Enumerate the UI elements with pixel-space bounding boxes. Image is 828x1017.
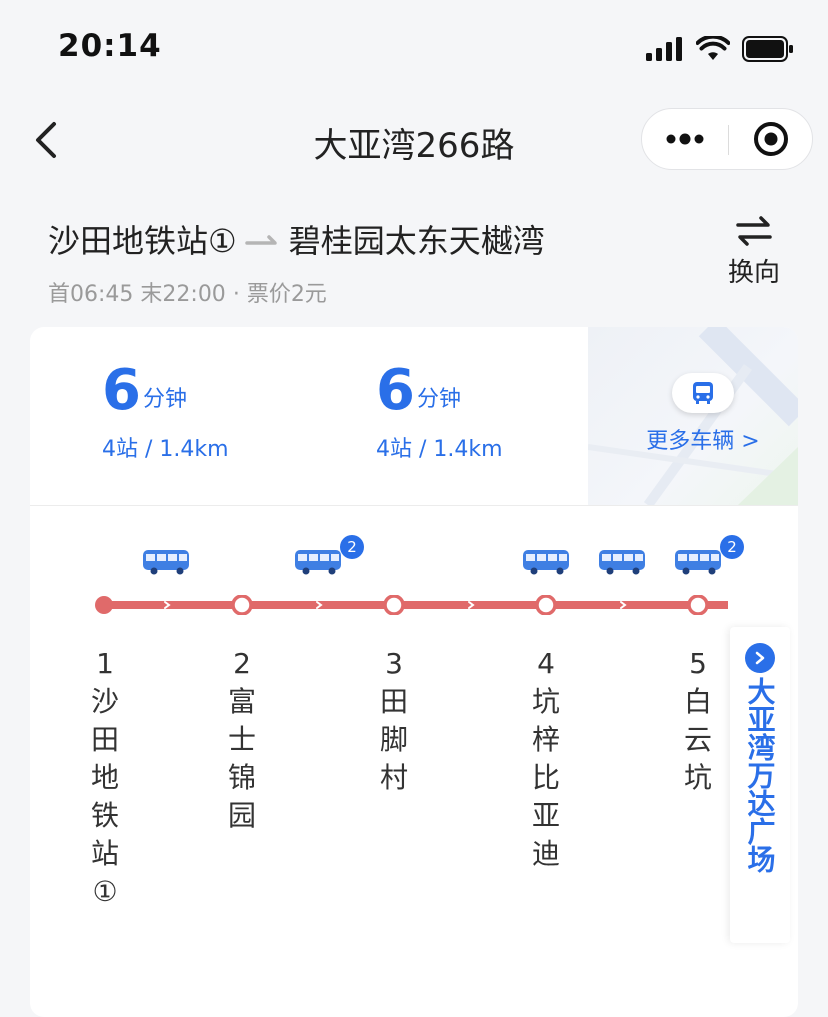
wifi-icon — [696, 36, 730, 60]
miniprogram-capsule — [641, 108, 813, 170]
terminal-stop-name: 大亚湾万达广场 — [743, 677, 777, 873]
stop-number: 3 — [385, 647, 403, 680]
arrival-unit: 分钟 — [416, 387, 461, 412]
target-close-icon — [754, 122, 788, 156]
arrival-detail: 4站 / 1.4km — [376, 437, 503, 462]
fare-text: 票价2元 — [246, 282, 327, 307]
route-origin: 沙田地铁站① — [48, 222, 237, 260]
arrival-detail: 4站 / 1.4km — [102, 437, 229, 462]
nav-bar: 大亚湾266路 — [0, 96, 828, 186]
more-dots-icon — [666, 133, 704, 145]
bus-count-badge: 2 — [720, 535, 744, 559]
bus-marker-icon — [675, 550, 721, 575]
stop-name: 坑梓比亚迪 — [531, 685, 560, 870]
status-icons — [646, 36, 794, 62]
bus-marker-icon — [523, 550, 569, 575]
stop-name: 白云坑 — [683, 685, 712, 794]
stop-number: 5 — [689, 647, 707, 680]
stop-number: 1 — [96, 647, 114, 680]
battery-icon — [742, 36, 793, 62]
route-destination: 碧桂园太东天樾湾 — [288, 222, 545, 260]
more-buses-label: 更多车辆 > — [646, 429, 760, 454]
route-track — [95, 595, 728, 615]
route-card: 6分钟 4站 / 1.4km 6分钟 4站 / 1.4km 更多车辆 > 2 2… — [30, 327, 798, 1017]
arrival-unit: 分钟 — [142, 387, 187, 412]
stop-3[interactable]: 3 田脚村 — [379, 645, 409, 797]
stop-4[interactable]: 4 坑梓比亚迪 — [531, 645, 561, 873]
schedule-separator: · — [232, 282, 240, 307]
direction-arrow-icon — [244, 235, 277, 245]
switch-direction-label: 换向 — [727, 258, 780, 288]
status-time: 20:14 — [58, 28, 162, 64]
more-buses-button[interactable]: 更多车辆 > — [628, 373, 778, 455]
first-bus-time: 首06:45 — [48, 282, 134, 307]
bus-marker-icon — [295, 550, 341, 575]
stop-name: 田脚村 — [379, 685, 408, 794]
bus-icon — [693, 382, 713, 404]
route-header: 沙田地铁站① 碧桂园太东天樾湾 首06:45 末22:00 · 票价2元 — [48, 216, 698, 308]
last-bus-time: 末22:00 — [140, 282, 226, 307]
stops-panel: 2 2 1 沙田地铁站① 2 富士锦园 3 田脚村 4 坑 梓 比 亚 迪 5 … — [30, 505, 798, 1017]
stop-number: 4 — [537, 647, 555, 680]
stop-name: 富士锦园 — [227, 685, 256, 832]
arrival-item-2: 6分钟 4站 / 1.4km — [376, 361, 616, 463]
switch-direction-button[interactable]: 换向 — [718, 216, 790, 289]
terminal-stop-button[interactable]: 大亚湾万达广场 — [730, 627, 790, 943]
stop-2[interactable]: 2 富士锦园 — [227, 645, 257, 835]
bus-count-badge: 2 — [340, 535, 364, 559]
go-icon — [745, 643, 775, 673]
stop-5[interactable]: 5 白云坑 — [683, 645, 713, 797]
stop-name: 沙田地铁站① — [90, 685, 119, 908]
status-bar: 20:14 — [0, 0, 828, 96]
swap-arrows-icon — [736, 216, 772, 246]
bus-marker-icon — [143, 550, 189, 575]
route-direction: 沙田地铁站① 碧桂园太东天樾湾 — [48, 216, 698, 262]
bus-marker-icon — [599, 550, 645, 575]
arrival-minutes: 6 — [376, 358, 415, 423]
stop-number: 2 — [233, 647, 251, 680]
bus-bubble — [672, 373, 734, 413]
arrival-panel: 6分钟 4站 / 1.4km 6分钟 4站 / 1.4km 更多车辆 > — [30, 327, 798, 506]
stop-1[interactable]: 1 沙田地铁站① — [90, 645, 120, 911]
close-button[interactable] — [729, 109, 813, 169]
more-button[interactable] — [642, 109, 728, 169]
route-schedule: 首06:45 末22:00 · 票价2元 — [48, 276, 698, 308]
arrival-item-1: 6分钟 4站 / 1.4km — [102, 361, 342, 463]
arrival-minutes: 6 — [102, 358, 141, 423]
signal-icon — [646, 37, 682, 61]
